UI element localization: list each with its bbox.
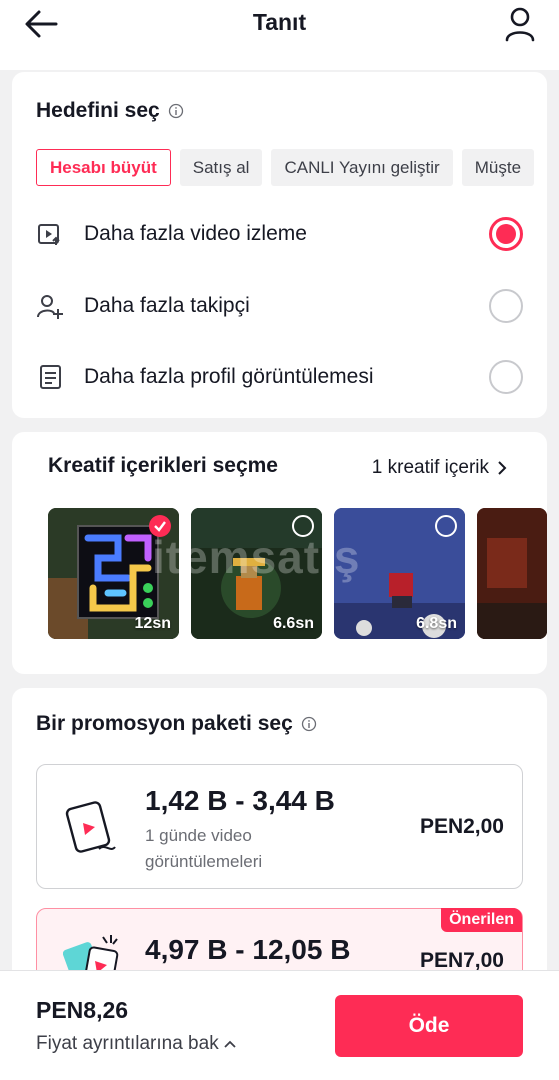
package-description: 1 günde video görüntülemeleri (145, 826, 263, 871)
checkout-bar: PEN8,26 Fiyat ayrıntılarına bak Öde (0, 970, 559, 1080)
option-video-views[interactable]: Daha fazla video izleme (36, 209, 523, 259)
package-range: 4,97 B - 12,05 B (145, 934, 351, 965)
package-section-title: Bir promosyon paketi seç (36, 712, 317, 736)
person-add-icon (37, 295, 63, 319)
chevron-right-icon (498, 461, 507, 475)
option-followers[interactable]: Daha fazla takipçi (36, 281, 523, 331)
profile-page-icon (40, 365, 61, 389)
person-icon (505, 7, 535, 42)
price-details-link[interactable]: Fiyat ayrıntılarına bak (36, 1033, 237, 1055)
video-duration: 12sn (134, 615, 171, 632)
radio-selected[interactable] (489, 217, 523, 251)
video-play-icon (38, 224, 60, 245)
video-card-icon (65, 801, 116, 853)
radio-unselected[interactable] (489, 360, 523, 394)
info-icon[interactable] (168, 103, 184, 119)
package-option[interactable]: 1,42 B - 3,44 B 1 günde video görüntülem… (36, 764, 523, 889)
chevron-up-icon (224, 1040, 236, 1048)
creative-card: Kreatif içerikleri seçme 1 kreatif içeri… (12, 432, 547, 674)
option-label: Daha fazla video izleme (84, 222, 307, 245)
goal-section-title: Hedefini seç (36, 99, 184, 123)
option-label: Daha fazla takipçi (84, 294, 250, 317)
chip-boost-live[interactable]: CANLI Yayını geliştir (271, 149, 453, 186)
video-duration: 6.8sn (416, 615, 457, 632)
goal-card: Hedefini seç Hesabı büyüt Satış al CANLI… (12, 72, 547, 418)
option-profile-views[interactable]: Daha fazla profil görüntülemesi (36, 352, 523, 402)
selected-check[interactable] (149, 515, 171, 537)
goal-title-text: Hedefini seç (36, 99, 160, 122)
package-card: Bir promosyon paketi seç 1,42 B - 3,44 B… (12, 688, 547, 988)
package-range: 1,42 B - 3,44 B (145, 785, 335, 816)
total-price: PEN8,26 (36, 997, 129, 1023)
video-thumbnail[interactable]: 12sn (48, 508, 179, 639)
video-thumbnail[interactable]: 6.6sn (191, 508, 322, 639)
select-circle[interactable] (292, 515, 314, 537)
video-thumbnail[interactable]: 6.8sn (334, 508, 465, 639)
package-price: PEN2,00 (419, 815, 504, 838)
radio-unselected[interactable] (489, 289, 523, 323)
goal-chip-row: Hesabı büyüt Satış al CANLI Yayını geliş… (36, 149, 547, 187)
pay-button[interactable]: Öde (335, 995, 523, 1057)
top-bar: Tanıt (0, 0, 559, 70)
check-icon (154, 521, 166, 532)
creative-thumbnail-row: 12sn 6.6sn 6.8sn (48, 508, 547, 640)
page-title: Tanıt (252, 9, 307, 35)
chip-customers[interactable]: Müşte (461, 149, 535, 186)
video-thumbnail[interactable] (477, 508, 547, 639)
info-icon[interactable] (301, 716, 317, 732)
option-label: Daha fazla profil görüntülemesi (84, 365, 374, 388)
recommended-badge: Önerilen (441, 908, 522, 932)
game-scene-image (477, 508, 547, 639)
profile-button[interactable] (503, 6, 537, 42)
chip-get-sales[interactable]: Satış al (179, 149, 263, 186)
price-details-label: Fiyat ayrıntılarına bak (36, 1033, 219, 1054)
creative-count-link[interactable]: 1 kreatif içerik (372, 457, 507, 479)
creative-title: Kreatif içerikleri seçme (48, 454, 278, 477)
video-duration: 6.6sn (273, 615, 314, 632)
select-circle[interactable] (435, 515, 457, 537)
chip-grow-account[interactable]: Hesabı büyüt (36, 149, 171, 186)
package-title-text: Bir promosyon paketi seç (36, 712, 293, 735)
creative-count-text: 1 kreatif içerik (371, 457, 489, 478)
